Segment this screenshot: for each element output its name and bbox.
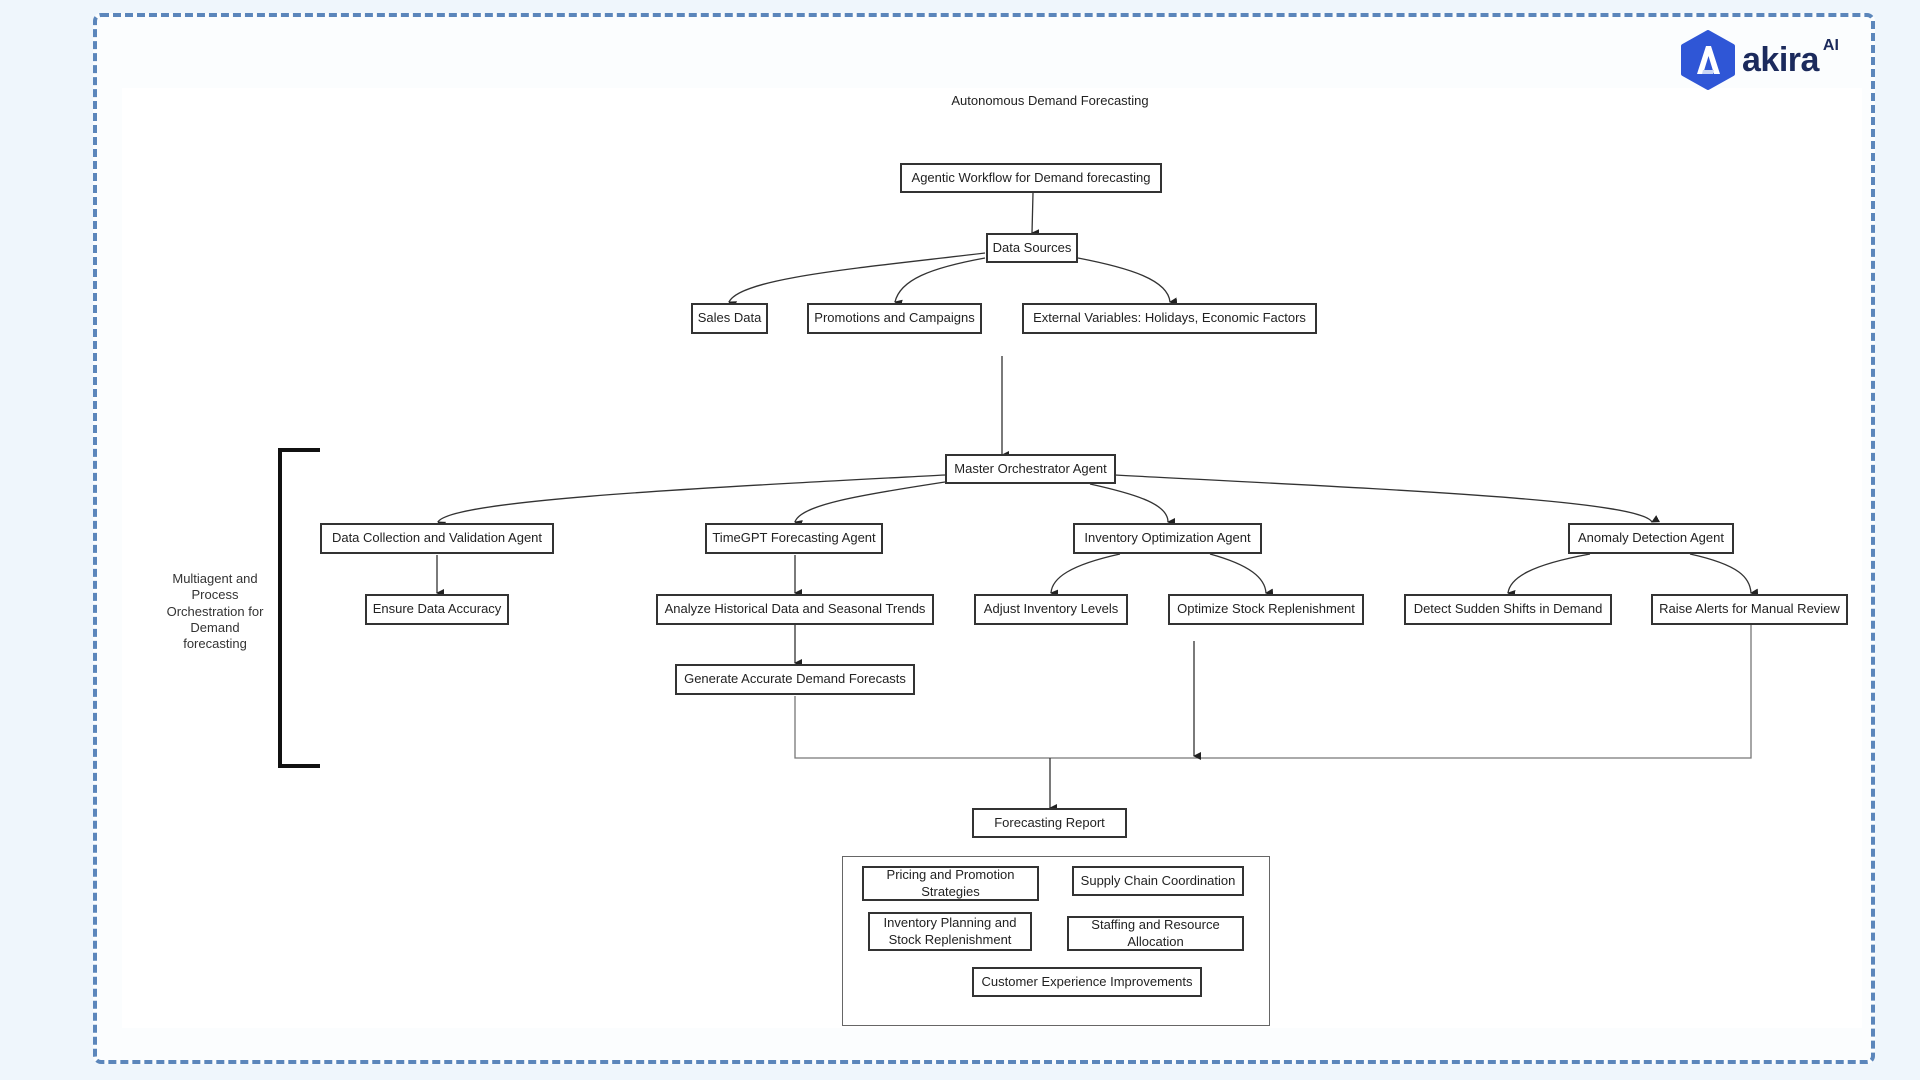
node-master-orchestrator: Master Orchestrator Agent [945, 454, 1116, 484]
outcome-pricing: Pricing and Promotion Strategies [862, 866, 1039, 901]
brand-name: akira [1742, 40, 1819, 79]
node-adjust-inventory: Adjust Inventory Levels [974, 594, 1128, 625]
node-data-sources: Data Sources [986, 233, 1078, 263]
brand-suffix: AI [1822, 37, 1839, 54]
orchestration-bracket [278, 448, 320, 768]
node-generate-forecasts: Generate Accurate Demand Forecasts [675, 664, 915, 695]
diagram-title: Autonomous Demand Forecasting [951, 93, 1149, 108]
node-inventory-agent: Inventory Optimization Agent [1073, 523, 1262, 554]
node-ensure-accuracy: Ensure Data Accuracy [365, 594, 509, 625]
node-sales-data: Sales Data [691, 303, 768, 334]
outcome-supply-chain: Supply Chain Coordination [1072, 866, 1244, 896]
node-raise-alerts: Raise Alerts for Manual Review [1651, 594, 1848, 625]
node-data-collection-agent: Data Collection and Validation Agent [320, 523, 554, 554]
node-anomaly-agent: Anomaly Detection Agent [1568, 523, 1734, 554]
node-forecasting-report: Forecasting Report [972, 808, 1127, 838]
node-timegpt-agent: TimeGPT Forecasting Agent [705, 523, 883, 554]
node-promotions: Promotions and Campaigns [807, 303, 982, 334]
outcome-customer-experience: Customer Experience Improvements [972, 967, 1202, 997]
akira-hexagon-icon [1681, 30, 1735, 90]
outcome-inventory-planning: Inventory Planning and Stock Replenishme… [868, 912, 1032, 951]
node-workflow: Agentic Workflow for Demand forecasting [900, 163, 1162, 193]
akira-logo: akira AI [1680, 30, 1839, 90]
node-external-variables: External Variables: Holidays, Economic F… [1022, 303, 1317, 334]
node-detect-shifts: Detect Sudden Shifts in Demand [1404, 594, 1612, 625]
node-analyze-historical: Analyze Historical Data and Seasonal Tre… [656, 594, 934, 625]
outcome-staffing: Staffing and Resource Allocation [1067, 916, 1244, 951]
node-optimize-stock: Optimize Stock Replenishment [1168, 594, 1364, 625]
orchestration-label: Multiagent and Process Orchestration for… [166, 571, 264, 651]
